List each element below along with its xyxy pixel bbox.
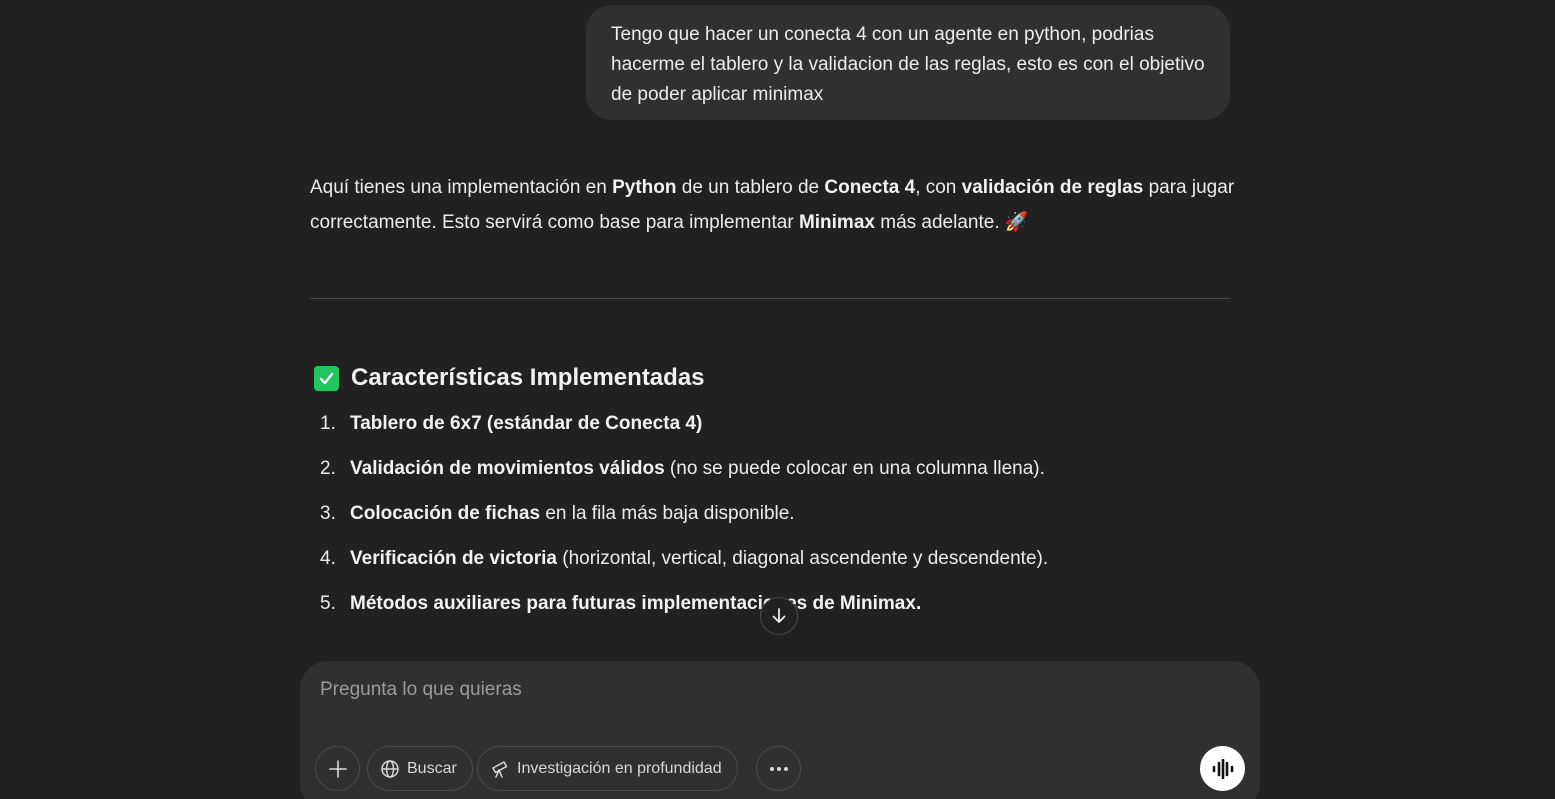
ellipsis-icon <box>769 766 788 771</box>
list-number: 1. <box>320 413 336 434</box>
list-item-bold: Colocación de fichas <box>350 503 541 524</box>
list-number: 2. <box>320 458 336 479</box>
intro-bold-validacion: validación de reglas <box>961 177 1144 198</box>
assistant-intro: Aquí tienes una implementación en Python… <box>310 170 1235 240</box>
list-item: 3. Colocación de fichas en la fila más b… <box>320 503 1048 548</box>
telescope-icon <box>492 760 508 778</box>
deep-research-label: Investigación en profundidad <box>517 759 722 777</box>
intro-text-1: Aquí tienes una implementación en <box>310 177 613 198</box>
intro-bold-python: Python <box>612 177 677 198</box>
list-item: 1. Tablero de 6x7 (estándar de Conecta 4… <box>320 413 1048 458</box>
voice-mode-button[interactable] <box>1200 746 1245 791</box>
list-item-content: Tablero de 6x7 (estándar de Conecta 4) <box>350 413 702 458</box>
intro-text-3: , con <box>915 177 962 198</box>
arrow-down-icon <box>772 608 786 623</box>
user-message-bubble: Tengo que hacer un conecta 4 con un agen… <box>586 5 1230 120</box>
search-button[interactable]: Buscar <box>367 746 473 791</box>
deep-research-button[interactable]: Investigación en profundidad <box>477 746 738 791</box>
list-item-text: (no se puede colocar en una columna llen… <box>664 458 1045 479</box>
plus-icon <box>328 759 347 778</box>
attach-button[interactable] <box>315 746 360 791</box>
user-message-text: Tengo que hacer un conecta 4 con un agen… <box>611 24 1205 105</box>
globe-icon <box>381 759 399 778</box>
list-number: 4. <box>320 548 336 569</box>
section-heading: Características Implementadas <box>314 364 705 392</box>
scroll-to-bottom-button[interactable] <box>760 597 798 635</box>
intro-text-5: más adelante. 🚀 <box>874 212 1029 233</box>
list-number: 5. <box>320 593 336 614</box>
divider <box>310 298 1230 299</box>
list-item-bold: Verificación de victoria <box>350 548 557 569</box>
features-list: 1. Tablero de 6x7 (estándar de Conecta 4… <box>320 413 1048 638</box>
list-item-bold: Métodos auxiliares para futuras implemen… <box>350 593 922 614</box>
list-item-bold: Validación de movimientos válidos <box>350 458 665 479</box>
intro-text-2: de un tablero de <box>676 177 825 198</box>
intro-bold-conecta4: Conecta 4 <box>824 177 916 198</box>
list-item-text: (horizontal, vertical, diagonal ascenden… <box>556 548 1049 569</box>
list-item-content: Colocación de fichas en la fila más baja… <box>350 503 795 548</box>
intro-bold-minimax: Minimax <box>798 212 875 233</box>
section-title-text: Características Implementadas <box>351 364 705 391</box>
composer: Buscar Investigación en profundidad <box>300 661 1260 799</box>
more-tools-button[interactable] <box>756 746 801 791</box>
chat-page: Tengo que hacer un conecta 4 con un agen… <box>0 0 1555 799</box>
list-number: 3. <box>320 503 336 524</box>
voice-wave-icon <box>1212 758 1233 779</box>
list-item: 2. Validación de movimientos válidos (no… <box>320 458 1048 503</box>
list-item-content: Verificación de victoria (horizontal, ve… <box>350 548 1048 593</box>
prompt-input[interactable] <box>320 679 1180 701</box>
check-icon <box>314 365 339 391</box>
list-item-bold: Tablero de 6x7 (estándar de Conecta 4) <box>350 413 703 434</box>
list-item-text: en la fila más baja disponible. <box>540 503 795 524</box>
list-item: 5. Métodos auxiliares para futuras imple… <box>320 593 1048 638</box>
list-item-content: Métodos auxiliares para futuras implemen… <box>350 593 921 638</box>
list-item: 4. Verificación de victoria (horizontal,… <box>320 548 1048 593</box>
list-item-content: Validación de movimientos válidos (no se… <box>350 458 1045 503</box>
search-button-label: Buscar <box>407 759 457 777</box>
